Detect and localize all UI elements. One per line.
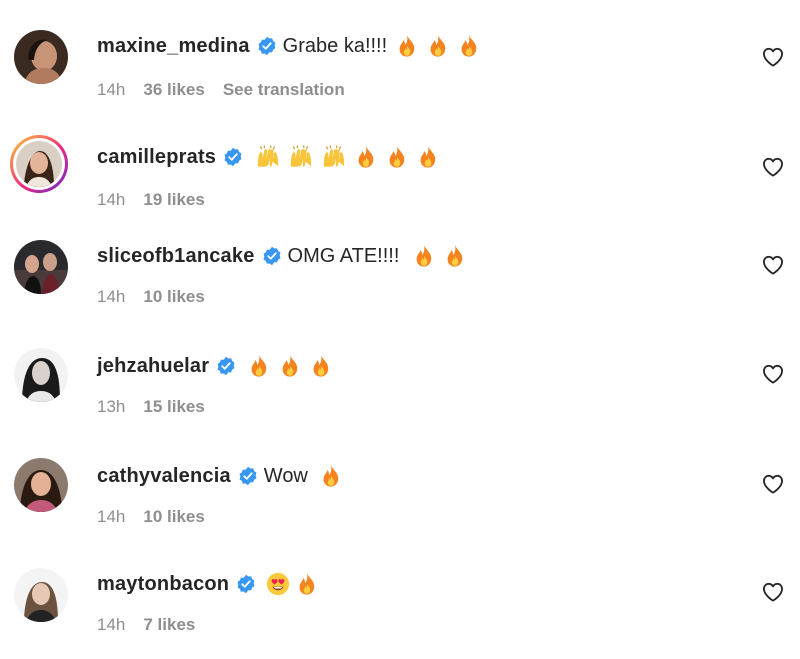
fire-emoji-icon	[320, 464, 342, 488]
likes-count[interactable]: 15 likes	[143, 397, 204, 417]
avatar[interactable]	[14, 568, 68, 622]
username[interactable]: cathyvalencia	[97, 465, 231, 488]
comment-header: camilleprats	[97, 145, 439, 169]
username[interactable]: sliceofb1ancake	[97, 245, 255, 268]
fire-emoji-icon	[248, 354, 270, 378]
timestamp[interactable]: 14h	[97, 190, 125, 210]
username[interactable]: jehzahuelar	[97, 355, 209, 378]
fire-emoji-icon	[417, 145, 439, 169]
comment-header: cathyvalencia Wow	[97, 464, 342, 488]
comment-meta: 14h 19 likes	[97, 190, 205, 210]
timestamp[interactable]: 13h	[97, 397, 125, 417]
username[interactable]: camilleprats	[97, 146, 216, 169]
raising-hands-emoji-icon	[289, 145, 313, 169]
avatar[interactable]	[14, 348, 68, 402]
heart-eyes-emoji-icon	[266, 572, 290, 596]
avatar[interactable]	[10, 135, 68, 193]
fire-emoji-icon	[386, 145, 408, 169]
avatar[interactable]	[14, 458, 68, 512]
raising-hands-emoji-icon	[322, 145, 346, 169]
timestamp[interactable]: 14h	[97, 507, 125, 527]
verified-badge-icon	[223, 147, 243, 167]
fire-emoji-icon	[310, 354, 332, 378]
comment-meta: 14h 7 likes	[97, 615, 195, 635]
comment-meta: 14h 10 likes	[97, 287, 205, 307]
verified-badge-icon	[236, 574, 256, 594]
comment-text: OMG ATE!!!!	[287, 244, 400, 267]
comment-header: maytonbacon	[97, 572, 318, 596]
fire-emoji-icon	[355, 145, 377, 169]
avatar[interactable]	[14, 240, 68, 294]
likes-count[interactable]: 10 likes	[143, 287, 204, 307]
fire-emoji-icon	[296, 572, 318, 596]
heart-outline-icon[interactable]	[762, 582, 784, 602]
likes-count[interactable]: 10 likes	[143, 507, 204, 527]
likes-count[interactable]: 19 likes	[143, 190, 204, 210]
comment-meta: 14h 10 likes	[97, 507, 205, 527]
fire-emoji-icon	[444, 244, 466, 268]
raising-hands-emoji-icon	[256, 145, 280, 169]
timestamp[interactable]: 14h	[97, 287, 125, 307]
timestamp[interactable]: 14h	[97, 615, 125, 635]
comment-meta: 13h 15 likes	[97, 397, 205, 417]
comment-header: sliceofb1ancake OMG ATE!!!!	[97, 244, 466, 268]
likes-count[interactable]: 7 likes	[143, 615, 195, 635]
fire-emoji-icon	[279, 354, 301, 378]
verified-badge-icon	[262, 246, 282, 266]
comment-text: Wow	[263, 464, 308, 487]
username[interactable]: maytonbacon	[97, 573, 229, 596]
heart-outline-icon[interactable]	[762, 474, 784, 494]
verified-badge-icon	[238, 466, 258, 486]
verified-badge-icon	[216, 356, 236, 376]
heart-outline-icon[interactable]	[762, 255, 784, 275]
heart-outline-icon[interactable]	[762, 364, 784, 384]
comment-item: maytonbacon 14h 7 likes	[0, 0, 800, 634]
comment-header: jehzahuelar	[97, 354, 332, 378]
heart-outline-icon[interactable]	[762, 157, 784, 177]
fire-emoji-icon	[413, 244, 435, 268]
comments-list: maxine_medina Grabe ka!!!! 14h 36 likes …	[0, 0, 800, 659]
